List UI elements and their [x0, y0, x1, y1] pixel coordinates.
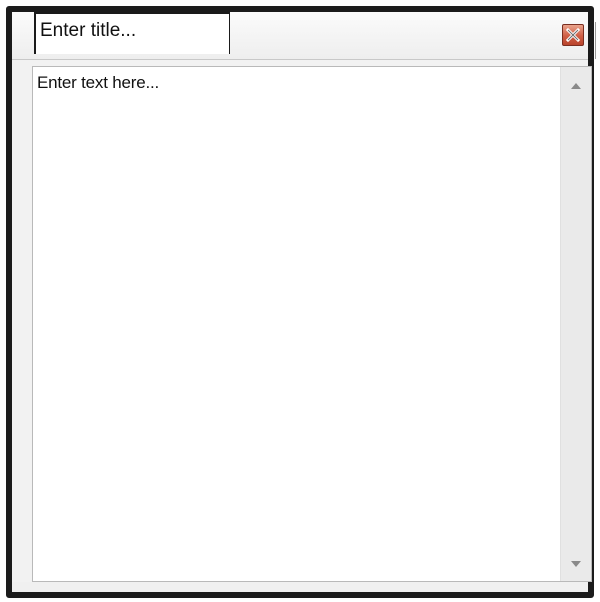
title-bar: Enter title... [12, 12, 596, 60]
scroll-down-arrow-icon [571, 561, 581, 567]
title-bar-divider [595, 22, 596, 59]
note-text-area[interactable]: Enter text here... [37, 73, 559, 581]
vertical-scrollbar[interactable] [560, 67, 591, 581]
title-input[interactable]: Enter title... [34, 12, 230, 54]
scroll-up-arrow-icon [571, 83, 581, 89]
scroll-up-button[interactable] [561, 73, 591, 99]
note-body[interactable]: Enter text here... [32, 66, 592, 582]
bottom-strip [12, 582, 588, 592]
scroll-down-button[interactable] [561, 551, 591, 577]
sticky-note-window: Enter title... Enter text here... [6, 6, 596, 598]
close-button[interactable] [562, 24, 584, 46]
close-icon [566, 28, 580, 42]
